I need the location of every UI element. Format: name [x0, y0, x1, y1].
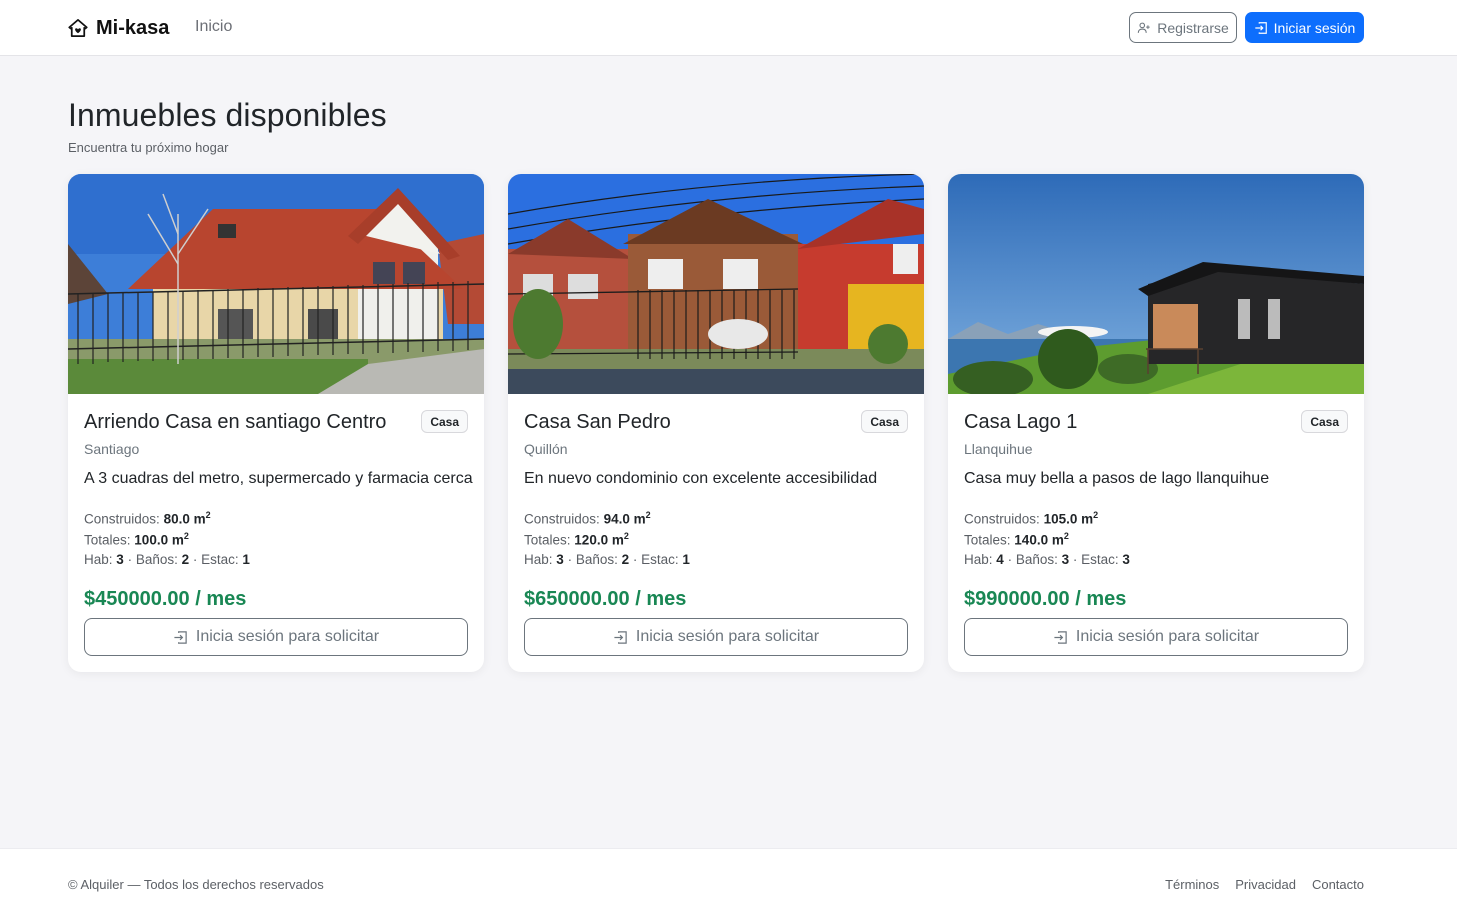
listing-photo	[68, 174, 484, 394]
request-login-label: Inicia sesión para solicitar	[1075, 628, 1260, 645]
total-area: Totales: 140.0 m2	[964, 531, 1069, 548]
listing-type-badge: Casa	[861, 410, 908, 433]
page-subtitle: Encuentra tu próximo hogar	[68, 140, 229, 155]
listing-city: Quillón	[524, 441, 568, 457]
request-login-label: Inicia sesión para solicitar	[635, 628, 820, 645]
request-login-button[interactable]: Inicia sesión para solicitar	[84, 618, 468, 656]
request-login-button[interactable]: Inicia sesión para solicitar	[524, 618, 908, 656]
request-login-label: Inicia sesión para solicitar	[195, 628, 380, 645]
listing-card: Casa Lago 1 Casa Llanquihue Casa muy bel…	[948, 174, 1364, 672]
listing-title: Casa Lago 1	[964, 411, 1078, 433]
person-plus-icon	[1137, 22, 1150, 33]
footer-link-contacto[interactable]: Contacto	[1312, 877, 1364, 892]
footer-link-privacidad[interactable]: Privacidad	[1235, 877, 1296, 892]
built-area: Construidos: 94.0 m2	[524, 510, 651, 527]
listing-card: Arriendo Casa en santiago Centro Casa Sa…	[68, 174, 484, 672]
register-label: Registrarse	[1157, 19, 1229, 36]
listing-photo	[948, 174, 1364, 394]
box-arrow-in-right-icon	[614, 630, 627, 644]
built-area: Construidos: 105.0 m2	[964, 510, 1099, 527]
built-area: Construidos: 80.0 m2	[84, 510, 211, 527]
login-label: Iniciar sesión	[1273, 19, 1356, 36]
total-area: Totales: 120.0 m2	[524, 531, 629, 548]
footer-links: Términos Privacidad Contacto	[1165, 877, 1364, 892]
listing-type-badge: Casa	[1301, 410, 1348, 433]
brand-name: Mi-kasa	[96, 16, 170, 39]
page-title: Inmuebles disponibles	[68, 97, 387, 133]
listing-title: Casa San Pedro	[524, 411, 671, 433]
listing-price: $650000.00 / mes	[524, 588, 687, 610]
copyright-text: © Alquiler — Todos los derechos reservad…	[68, 877, 324, 892]
listing-description: En nuevo condominio con excelente accesi…	[524, 470, 878, 487]
house-heart-icon	[68, 19, 88, 37]
listing-photo	[508, 174, 924, 394]
box-arrow-in-right-icon	[1254, 21, 1267, 34]
listing-price: $450000.00 / mes	[84, 588, 247, 610]
room-counts: Hab: 3 · Baños: 2 · Estac: 1	[84, 552, 250, 567]
listing-description: Casa muy bella a pasos de lago llanquihu…	[964, 470, 1270, 487]
listing-type-badge: Casa	[421, 410, 468, 433]
listing-city: Santiago	[84, 441, 140, 457]
box-arrow-in-right-icon	[174, 630, 187, 644]
listing-price: $990000.00 / mes	[964, 588, 1127, 610]
listing-title: Arriendo Casa en santiago Centro	[84, 411, 387, 433]
navbar: Mi-kasa Inicio Registrarse Iniciar sesió…	[0, 0, 1457, 56]
request-login-button[interactable]: Inicia sesión para solicitar	[964, 618, 1348, 656]
listing-city: Llanquihue	[964, 441, 1033, 457]
register-button[interactable]: Registrarse	[1129, 12, 1237, 43]
brand-link[interactable]: Mi-kasa	[68, 15, 169, 41]
room-counts: Hab: 4 · Baños: 3 · Estac: 3	[964, 552, 1130, 567]
listing-card: Casa San Pedro Casa Quillón En nuevo con…	[508, 174, 924, 672]
footer: © Alquiler — Todos los derechos reservad…	[0, 848, 1457, 917]
footer-link-terminos[interactable]: Términos	[1165, 877, 1219, 892]
listing-description: A 3 cuadras del metro, supermercado y fa…	[84, 470, 473, 487]
total-area: Totales: 100.0 m2	[84, 531, 189, 548]
box-arrow-in-right-icon	[1054, 630, 1067, 644]
nav-link-inicio[interactable]: Inicio	[195, 18, 232, 36]
login-button[interactable]: Iniciar sesión	[1245, 12, 1364, 43]
room-counts: Hab: 3 · Baños: 2 · Estac: 1	[524, 552, 690, 567]
